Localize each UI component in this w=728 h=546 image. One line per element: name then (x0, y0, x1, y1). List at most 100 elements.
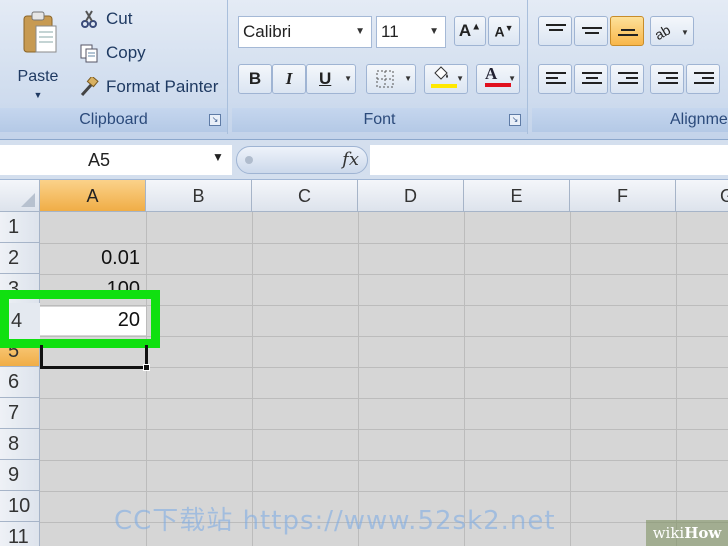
bottom-align-icon (618, 29, 638, 45)
copy-icon (78, 42, 100, 64)
cell-a2[interactable]: 0.01 (40, 243, 146, 274)
site-watermark: CC下载站 https://www.52sk2.net (114, 506, 556, 536)
column-header-b[interactable]: B (146, 180, 252, 212)
orientation-button[interactable]: ab ▼ (650, 16, 694, 46)
select-all-icon (21, 193, 35, 207)
bold-button[interactable]: B (238, 64, 272, 94)
bold-label: B (248, 69, 262, 88)
borders-button[interactable]: ▼ (366, 64, 416, 94)
chevron-down-icon[interactable]: ▼ (456, 74, 464, 83)
font-color-glyph: A (485, 64, 498, 83)
align-left-icon (546, 72, 566, 88)
clipboard-group: Paste ▼ Cut Copy Format Painter Clipboar… (0, 0, 228, 134)
copy-button[interactable]: Copy (78, 40, 146, 66)
underline-button[interactable]: U ▼ (306, 64, 356, 94)
align-center-button[interactable] (574, 64, 608, 94)
wikihow-how-text: How (684, 524, 722, 542)
cut-button[interactable]: Cut (78, 6, 132, 32)
ribbon: Paste ▼ Cut Copy Format Painter Clipboar… (0, 0, 728, 140)
format-painter-label: Format Painter (106, 77, 219, 96)
paste-label: Paste (17, 68, 59, 85)
top-align-button[interactable] (538, 16, 572, 46)
chevron-down-icon[interactable]: ▼ (404, 74, 412, 83)
column-header-g[interactable]: G (676, 180, 728, 212)
alignment-group-label: Alignme (532, 108, 728, 132)
column-header-e[interactable]: E (464, 180, 570, 212)
row-header-9[interactable]: 9 (0, 460, 40, 491)
fill-handle[interactable] (143, 364, 150, 371)
scissors-icon (78, 8, 100, 30)
row-header-8[interactable]: 8 (0, 429, 40, 460)
grow-font-button[interactable]: A▲ (454, 16, 486, 46)
row-header-11[interactable]: 11 (0, 522, 40, 546)
cut-label: Cut (106, 9, 133, 28)
font-size-combobox[interactable]: 11 ▼ (376, 16, 446, 48)
shrink-font-icon: A▼ (494, 22, 514, 40)
row-header-10[interactable]: 10 (0, 491, 40, 522)
italic-button[interactable]: I (272, 64, 306, 94)
increase-indent-button[interactable] (686, 64, 720, 94)
font-group-label: Font (232, 108, 527, 132)
row-header-7[interactable]: 7 (0, 398, 40, 429)
chevron-down-icon[interactable]: ▼ (212, 150, 224, 164)
paste-button[interactable]: Paste ▼ (10, 6, 66, 104)
italic-label: I (285, 69, 293, 88)
cell-a4[interactable]: 20 (40, 307, 146, 335)
font-group: Calibri ▼ 11 ▼ A▲ A▼ B I U ▼ ▼ ▼ A ▼ Fon… (232, 0, 528, 134)
chevron-down-icon[interactable]: ▼ (355, 17, 365, 47)
insert-function-control[interactable]: fx (236, 146, 368, 174)
dialog-launcher-icon[interactable]: ↘ (209, 114, 221, 126)
clipboard-icon (23, 11, 57, 53)
orientation-icon: ab ▼ (652, 21, 689, 43)
top-align-icon (546, 24, 566, 40)
font-name-combobox[interactable]: Calibri ▼ (238, 16, 372, 48)
clipboard-group-label: Clipboard (0, 108, 227, 132)
underline-label: U (319, 69, 332, 88)
insert-function-icon[interactable]: fx (342, 149, 359, 170)
row-header-4-highlighted[interactable]: 4 (9, 303, 40, 339)
fill-color-swatch (431, 84, 457, 88)
copy-label: Copy (106, 43, 146, 62)
increase-indent-icon (694, 72, 714, 88)
alignment-group: ab ▼ Alignme (532, 0, 728, 134)
row-header-1[interactable]: 1 (0, 212, 40, 243)
font-name-value: Calibri (243, 22, 292, 41)
middle-align-button[interactable] (574, 16, 608, 46)
bottom-align-button[interactable] (610, 16, 644, 46)
align-left-button[interactable] (538, 64, 572, 94)
formula-input[interactable] (370, 145, 728, 175)
font-color-swatch (485, 83, 511, 87)
chevron-down-icon[interactable]: ▼ (429, 17, 439, 47)
formula-bar: A5 ▼ fx (0, 140, 728, 180)
wikihow-wiki-text: wiki (652, 524, 685, 542)
chevron-down-icon[interactable]: ▼ (344, 74, 352, 83)
format-painter-button[interactable]: Format Painter (78, 74, 218, 100)
chevron-down-icon[interactable]: ▼ (10, 90, 66, 100)
select-all-button[interactable] (0, 180, 40, 212)
resize-handle-icon[interactable] (245, 156, 253, 164)
shrink-font-button[interactable]: A▼ (488, 16, 520, 46)
font-size-value: 11 (381, 22, 399, 41)
row-header-2[interactable]: 2 (0, 243, 40, 274)
align-center-icon (582, 72, 602, 88)
grow-font-icon: A▲ (458, 21, 482, 40)
active-cell-border[interactable] (40, 345, 148, 369)
svg-text:ab: ab (652, 21, 674, 43)
middle-align-icon (582, 27, 602, 43)
align-right-icon (618, 72, 638, 88)
column-header-a[interactable]: A (40, 180, 146, 212)
row-header-6[interactable]: 6 (0, 367, 40, 398)
chevron-down-icon[interactable]: ▼ (508, 74, 516, 83)
borders-icon (376, 70, 394, 88)
decrease-indent-button[interactable] (650, 64, 684, 94)
column-header-f[interactable]: F (570, 180, 676, 212)
fill-color-button[interactable]: ▼ (424, 64, 468, 94)
name-box[interactable]: A5 (0, 145, 232, 175)
font-color-button[interactable]: A ▼ (476, 64, 520, 94)
column-header-d[interactable]: D (358, 180, 464, 212)
column-header-c[interactable]: C (252, 180, 358, 212)
align-right-button[interactable] (610, 64, 644, 94)
paint-bucket-icon (434, 66, 448, 80)
wikihow-logo: wikiHow (646, 520, 728, 546)
dialog-launcher-icon[interactable]: ↘ (509, 114, 521, 126)
